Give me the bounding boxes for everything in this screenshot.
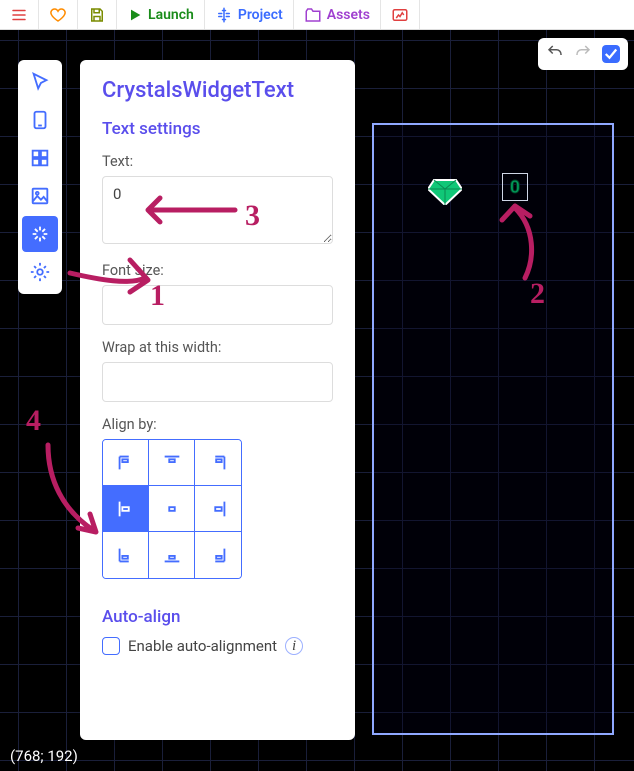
image-tool[interactable] xyxy=(22,178,58,214)
align-label: Align by: xyxy=(102,416,333,433)
section-auto-align: Auto-align xyxy=(102,607,333,627)
launch-label: Launch xyxy=(148,7,194,23)
cursor-coordinates: (768; 192) xyxy=(10,747,78,765)
device-frame[interactable]: 0 xyxy=(372,123,614,735)
align-middle-center[interactable] xyxy=(149,486,195,532)
align-top-center[interactable] xyxy=(149,440,195,486)
redo-button[interactable] xyxy=(574,43,592,65)
fontsize-label: Font size: xyxy=(102,262,333,279)
align-middle-right[interactable] xyxy=(195,486,241,532)
align-bottom-right[interactable] xyxy=(195,532,241,578)
tool-rail xyxy=(18,60,62,294)
project-label: Project xyxy=(238,7,283,23)
project-button[interactable]: Project xyxy=(205,0,294,29)
auto-align-checkbox[interactable] xyxy=(102,637,120,655)
save-button[interactable] xyxy=(78,0,117,29)
menu-button[interactable] xyxy=(0,0,39,29)
wrap-input[interactable] xyxy=(102,362,333,402)
panel-title: CrystalsWidgetText xyxy=(102,78,333,103)
undo-redo-bar xyxy=(538,38,628,70)
work-area: CrystalsWidgetText Text settings Text: 0… xyxy=(0,30,634,771)
assets-button[interactable]: Assets xyxy=(294,0,381,29)
assets-label: Assets xyxy=(327,7,370,23)
fontsize-input[interactable] xyxy=(102,285,333,325)
align-grid xyxy=(102,439,242,579)
align-bottom-center[interactable] xyxy=(149,532,195,578)
info-icon[interactable]: i xyxy=(285,637,303,655)
heart-button[interactable] xyxy=(39,0,78,29)
section-text-settings: Text settings xyxy=(102,119,333,139)
align-top-right[interactable] xyxy=(195,440,241,486)
undo-button[interactable] xyxy=(546,43,564,65)
ui-button[interactable] xyxy=(381,0,420,29)
grid-tool[interactable] xyxy=(22,140,58,176)
top-toolbar: Launch Project Assets xyxy=(0,0,634,30)
text-widget-value: 0 xyxy=(510,177,520,198)
wrap-label: Wrap at this width: xyxy=(102,339,333,356)
crystal-icon[interactable] xyxy=(428,177,462,209)
text-widget[interactable]: 0 xyxy=(502,173,528,201)
text-input[interactable]: 0 xyxy=(102,176,333,244)
launch-button[interactable]: Launch xyxy=(117,0,205,29)
effects-tool[interactable] xyxy=(22,216,58,252)
inspector-panel: CrystalsWidgetText Text settings Text: 0… xyxy=(80,60,355,740)
select-tool[interactable] xyxy=(22,64,58,100)
settings-tool[interactable] xyxy=(22,254,58,290)
auto-align-label: Enable auto-alignment xyxy=(128,637,277,655)
text-label: Text: xyxy=(102,153,333,170)
confirm-checkbox[interactable] xyxy=(602,45,620,63)
align-top-left[interactable] xyxy=(103,440,149,486)
align-middle-left[interactable] xyxy=(103,486,149,532)
device-tool[interactable] xyxy=(22,102,58,138)
align-bottom-left[interactable] xyxy=(103,532,149,578)
